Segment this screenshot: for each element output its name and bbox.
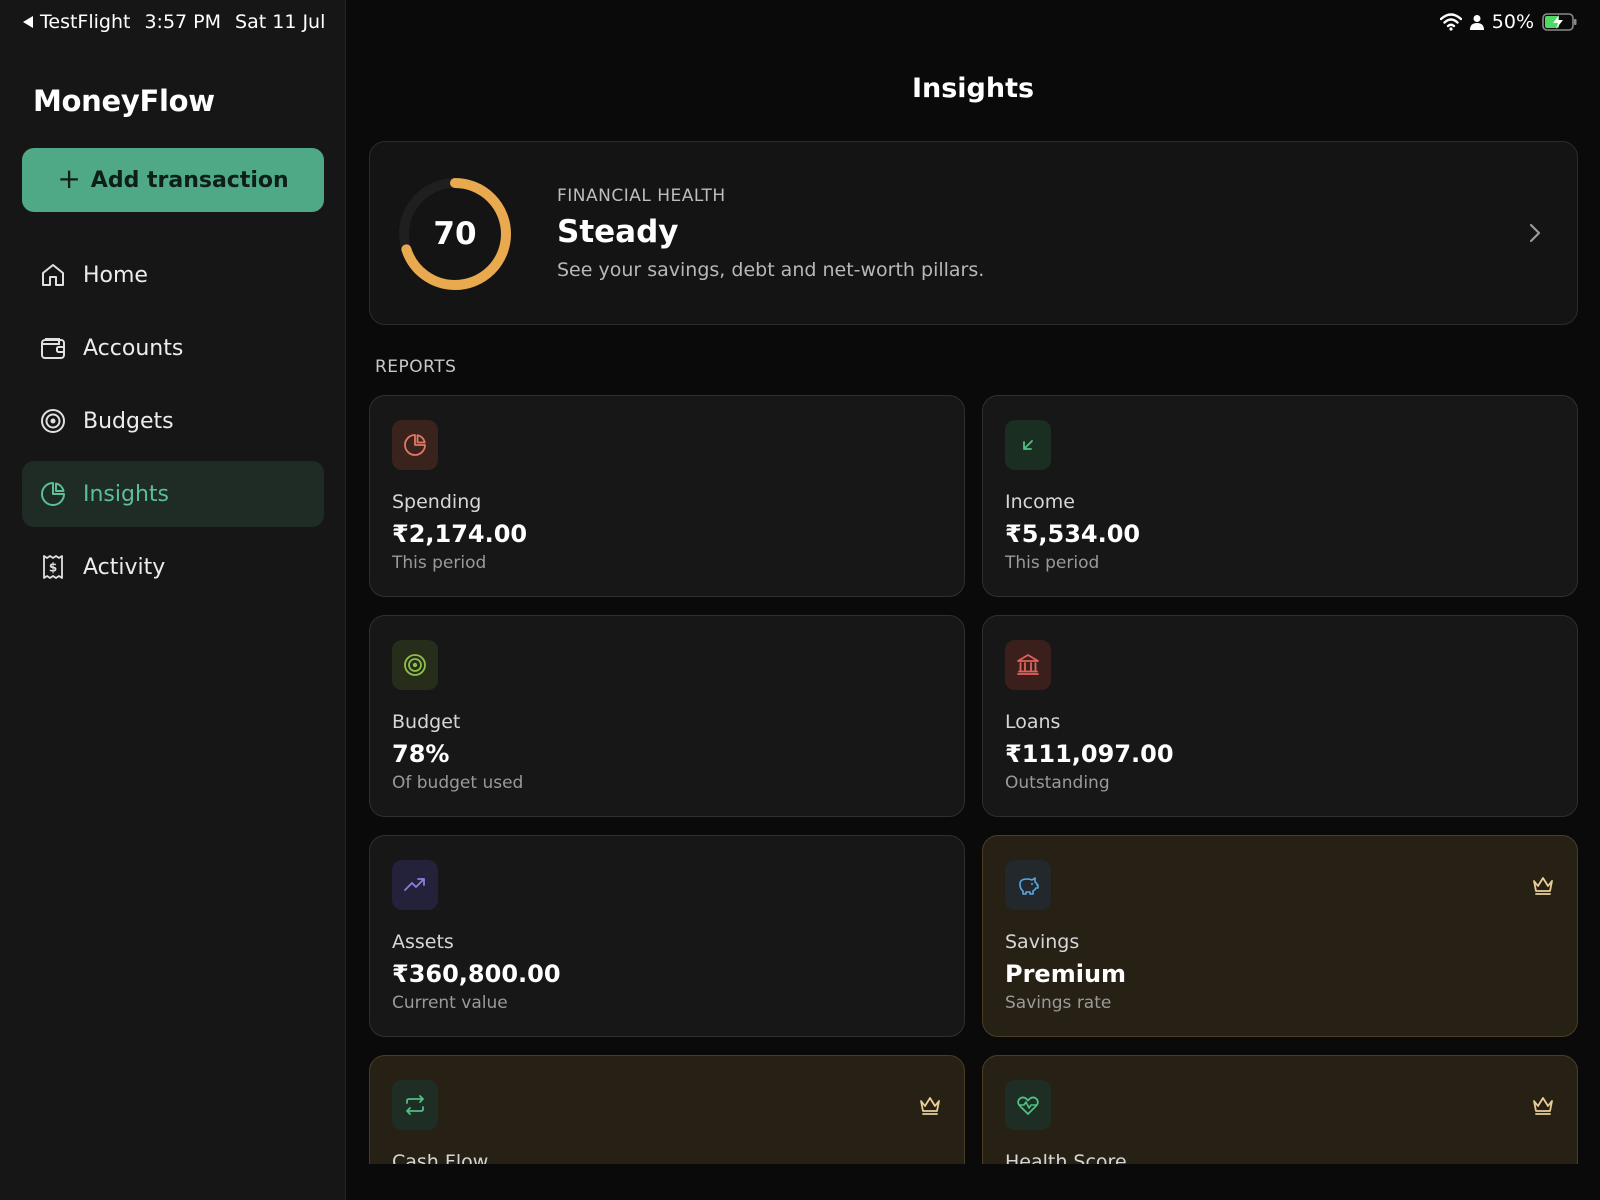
card-value: ₹360,800.00 [392, 960, 561, 988]
status-bar-right: 50% [1439, 11, 1578, 33]
card-value: ₹111,097.00 [1005, 740, 1174, 768]
budget-icon-box [392, 640, 438, 690]
card-title: Spending [392, 491, 482, 513]
card-subtitle: Current value [392, 993, 508, 1013]
report-card-savings[interactable]: Savings Premium Savings rate [982, 835, 1578, 1037]
sidebar-item-label: Insights [83, 481, 170, 507]
sidebar-item-label: Accounts [83, 335, 184, 361]
plus-icon: + [57, 162, 81, 195]
report-card-assets[interactable]: Assets ₹360,800.00 Current value [369, 835, 965, 1037]
crown-icon [920, 1097, 940, 1115]
back-to-app-link[interactable]: TestFlight [22, 11, 130, 33]
card-subtitle: This period [392, 553, 487, 573]
svg-text:$: $ [49, 561, 57, 575]
sidebar-item-home[interactable]: Home [22, 242, 324, 308]
card-title: Assets [392, 931, 454, 953]
sidebar-item-budgets[interactable]: Budgets [22, 388, 324, 454]
sidebar-item-label: Home [83, 262, 148, 288]
receipt-icon: $ [43, 555, 63, 579]
financial-health-description: See your savings, debt and net-worth pil… [557, 259, 985, 281]
spending-icon-box [392, 420, 438, 470]
card-value: ₹2,174.00 [392, 520, 528, 548]
repeat-icon [406, 1095, 424, 1115]
pie-chart-icon [41, 482, 65, 506]
loans-icon-box [1005, 640, 1051, 690]
add-transaction-button[interactable]: + Add transaction [22, 148, 324, 212]
target-icon [404, 654, 426, 676]
sidebar-item-label: Budgets [83, 408, 174, 434]
page-title: Insights [911, 73, 1035, 104]
report-card-health-score[interactable]: Health Score [982, 1055, 1578, 1164]
report-card-cash-flow[interactable]: Cash Flow [369, 1055, 965, 1164]
add-transaction-label: Add transaction [90, 167, 289, 193]
financial-health-status: Steady [557, 214, 679, 250]
wifi-icon [1439, 13, 1462, 31]
sidebar: MoneyFlow + Add transaction Home Account… [0, 0, 346, 1200]
card-title: Income [1005, 491, 1075, 513]
battery-charging-icon [1542, 13, 1577, 31]
app-title: MoneyFlow [33, 84, 215, 118]
financial-health-card[interactable]: 70 FINANCIAL HEALTH Steady See your savi… [369, 141, 1578, 325]
report-card-loans[interactable]: Loans ₹111,097.00 Outstanding [982, 615, 1578, 817]
sidebar-item-label: Activity [83, 554, 166, 580]
card-subtitle: This period [1005, 553, 1100, 573]
card-subtitle: Of budget used [392, 773, 524, 793]
card-value: ₹5,534.00 [1005, 520, 1141, 548]
back-app-label: TestFlight [40, 11, 131, 33]
report-card-income[interactable]: Income ₹5,534.00 This period [982, 395, 1578, 597]
reports-section-label: REPORTS [375, 357, 457, 377]
card-title: Cash Flow [392, 1151, 489, 1164]
card-subtitle: Savings rate [1005, 993, 1112, 1013]
card-value: Premium [1005, 960, 1127, 988]
sidebar-nav: Home Accounts Budgets Insights $ Activit… [22, 242, 324, 607]
savings-icon-box [1005, 860, 1051, 910]
health-score-value: 70 [433, 216, 477, 252]
battery-percent: 50% [1491, 11, 1534, 33]
card-title: Health Score [1005, 1151, 1127, 1164]
report-card-budget[interactable]: Budget 78% Of budget used [369, 615, 965, 817]
assets-icon-box [392, 860, 438, 910]
main-content: Insights 70 FINANCIAL HEALTH Steady See … [346, 0, 1600, 1164]
health-score-icon-box [1005, 1080, 1051, 1130]
report-card-spending[interactable]: Spending ₹2,174.00 This period [369, 395, 965, 597]
person-icon [1469, 15, 1484, 30]
card-title: Loans [1005, 711, 1061, 733]
card-value: 78% [392, 740, 450, 768]
heart-pulse-icon [1017, 1096, 1039, 1115]
target-icon [41, 409, 65, 433]
card-title: Savings [1005, 931, 1080, 953]
financial-health-label: FINANCIAL HEALTH [557, 186, 726, 206]
status-bar-left: TestFlight 3:57 PM Sat 11 Jul [22, 11, 325, 33]
back-triangle-icon [23, 16, 33, 28]
income-icon-box [1005, 420, 1051, 470]
sidebar-item-insights[interactable]: Insights [22, 461, 324, 527]
crown-icon [1533, 877, 1553, 895]
piggy-bank-icon [1019, 877, 1039, 895]
sidebar-item-accounts[interactable]: Accounts [22, 315, 324, 381]
trending-up-icon [404, 878, 425, 891]
pie-chart-icon [404, 434, 426, 456]
status-time: 3:57 PM [144, 11, 222, 33]
cash-flow-icon-box [392, 1080, 438, 1130]
home-icon [42, 264, 64, 286]
chevron-right-icon [1529, 223, 1541, 243]
arrow-down-left-icon [1023, 440, 1033, 450]
card-subtitle: Outstanding [1005, 773, 1110, 793]
crown-icon [1533, 1097, 1553, 1115]
bank-icon [1017, 654, 1039, 675]
sidebar-item-activity[interactable]: $ Activity [22, 534, 324, 600]
status-date: Sat 11 Jul [235, 11, 326, 33]
wallet-icon [41, 338, 65, 359]
card-title: Budget [392, 711, 461, 733]
